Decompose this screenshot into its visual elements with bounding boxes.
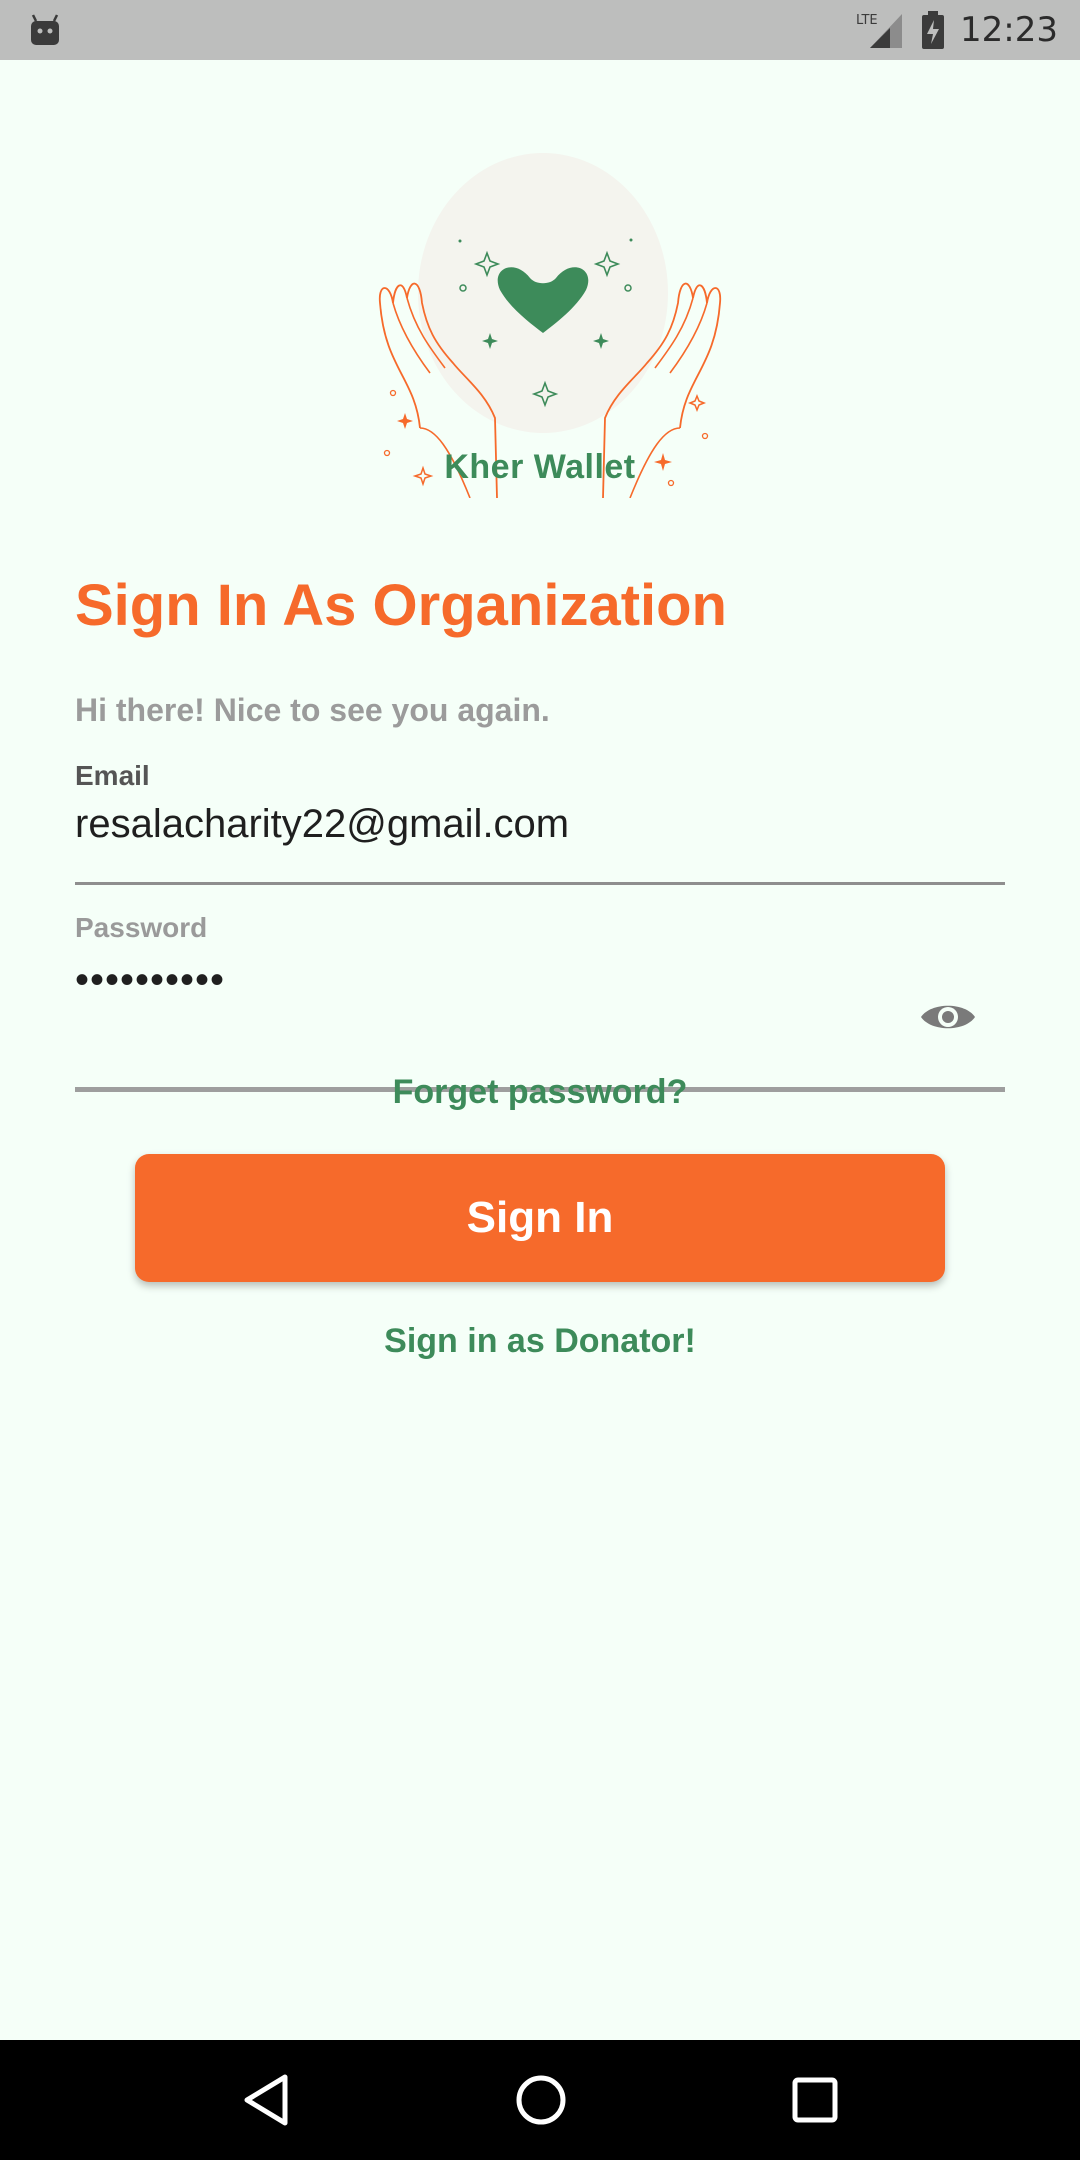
- page-subtitle: Hi there! Nice to see you again.: [75, 692, 550, 728]
- password-label: Password: [75, 912, 208, 943]
- signal-icon: LTE: [856, 13, 903, 48]
- app-name: Kher Wallet: [444, 448, 636, 486]
- forgot-password-link[interactable]: Forget password?: [0, 1073, 1080, 1112]
- android-icon: [31, 14, 59, 45]
- battery-icon: [922, 11, 945, 49]
- show-password-eye-icon[interactable]: [919, 997, 977, 1037]
- email-input[interactable]: resalacharity22@gmail.com: [75, 802, 1005, 847]
- back-icon[interactable]: [241, 2073, 291, 2127]
- sign-in-button[interactable]: Sign In: [135, 1154, 945, 1282]
- password-input[interactable]: ••••••••••: [75, 958, 1005, 1003]
- home-icon[interactable]: [514, 2073, 568, 2127]
- recents-icon[interactable]: [791, 2076, 839, 2124]
- email-label: Email: [75, 760, 150, 791]
- status-bar: LTE 12:23: [0, 0, 1080, 60]
- navigation-bar: [0, 2040, 1080, 2160]
- email-underline: [75, 882, 1005, 885]
- sign-in-screen: Kher Wallet Sign In As Organization Hi t…: [0, 60, 1080, 2040]
- password-field[interactable]: Password ••••••••••: [75, 912, 1005, 1097]
- sign-in-as-donator-link[interactable]: Sign in as Donator!: [0, 1322, 1080, 1361]
- page-title: Sign In As Organization: [75, 573, 727, 638]
- clock: 12:23: [960, 10, 1058, 50]
- kher-wallet-logo: [378, 153, 722, 498]
- svg-text:LTE: LTE: [856, 13, 878, 28]
